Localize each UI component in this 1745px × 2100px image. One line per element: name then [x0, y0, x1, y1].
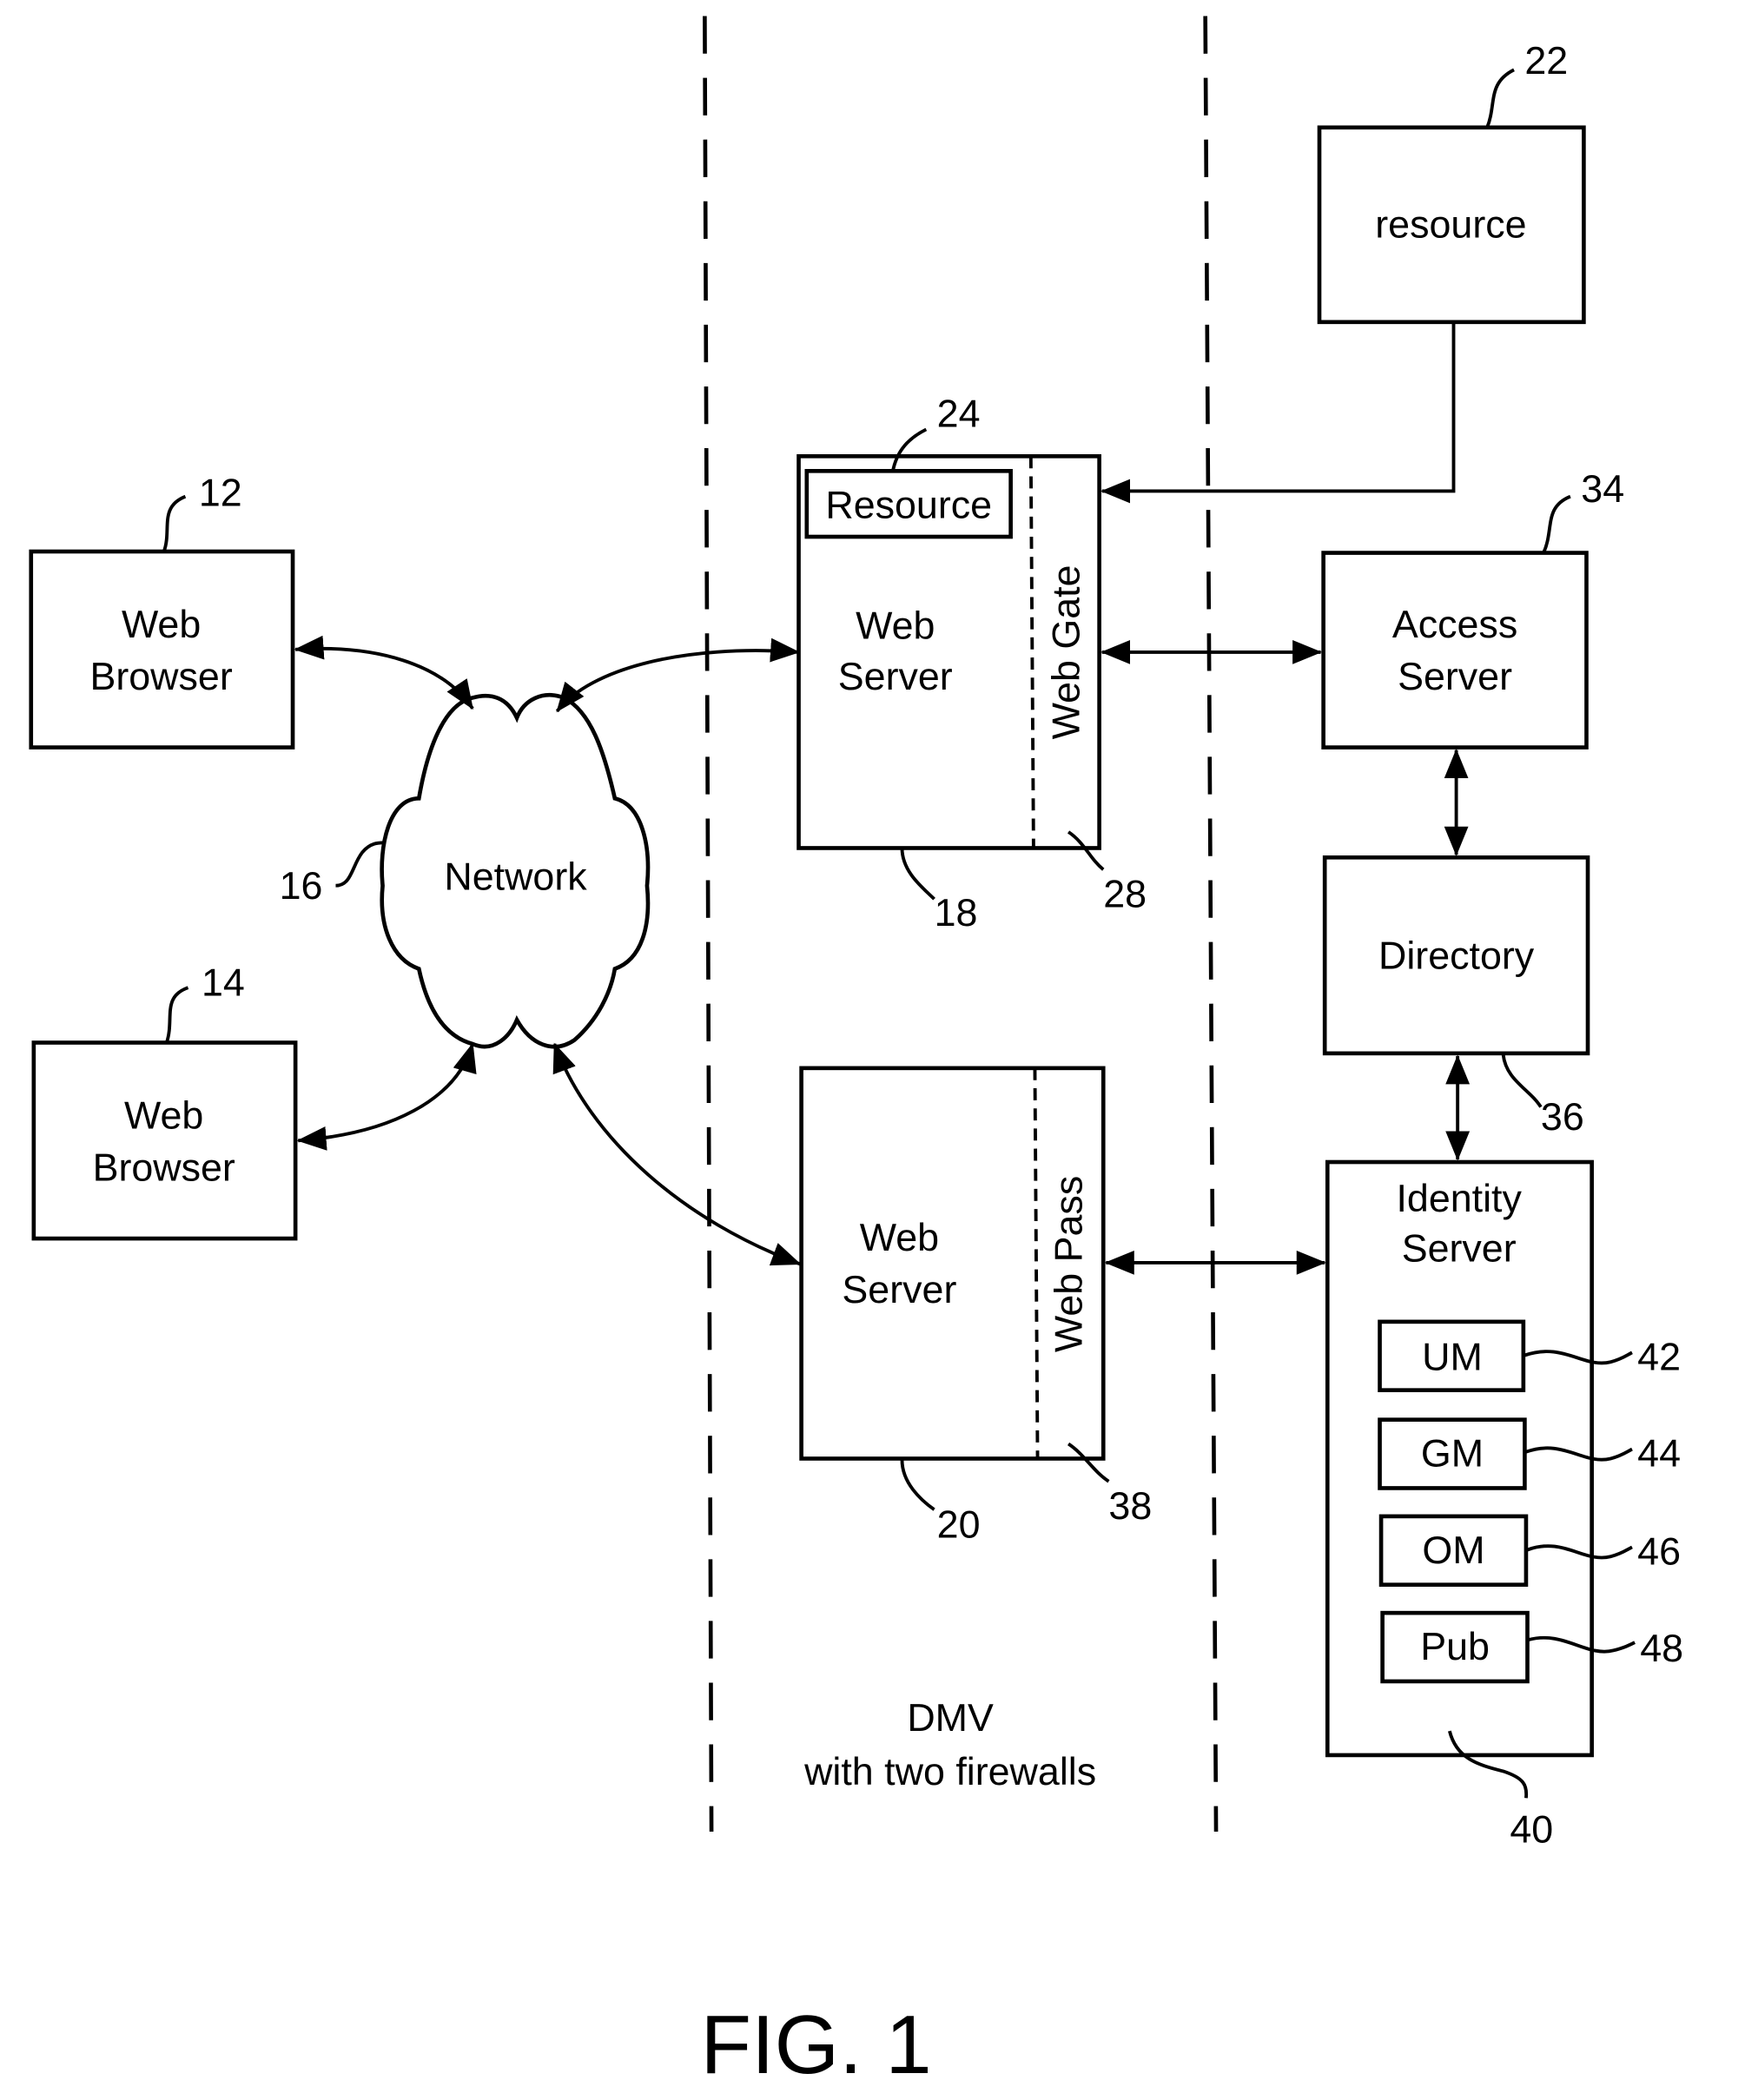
ref-28: 28 — [1103, 872, 1147, 915]
leader-18 — [900, 848, 935, 901]
identity-server-line1: Identity — [1396, 1177, 1522, 1220]
ref-12: 12 — [199, 471, 242, 514]
ref-38: 38 — [1108, 1484, 1152, 1528]
access-server-line1: Access — [1392, 603, 1517, 646]
directory-label: Directory — [1378, 934, 1535, 978]
identity-server-line2: Server — [1402, 1226, 1517, 1270]
ref-16: 16 — [280, 864, 323, 908]
zone-label-line2: with two firewalls — [803, 1750, 1096, 1793]
module-um-label: UM — [1422, 1335, 1483, 1378]
web-browser-14[interactable]: Web Browser — [31, 1040, 298, 1241]
ref-40: 40 — [1510, 1807, 1553, 1851]
access-server-line2: Server — [1398, 655, 1512, 698]
leader-22 — [1485, 68, 1515, 129]
leader-16 — [335, 841, 385, 888]
leader-36 — [1501, 1054, 1543, 1108]
firewall-left — [703, 16, 714, 1832]
ref-20: 20 — [937, 1503, 981, 1547]
network-cloud[interactable]: Network — [380, 692, 651, 1049]
leader-12 — [162, 494, 187, 552]
leader-20 — [900, 1459, 935, 1511]
link-network-webserver20 — [552, 1042, 802, 1266]
network-label: Network — [444, 855, 587, 898]
module-gm-label: GM — [1421, 1432, 1484, 1476]
link-browser14-network — [296, 1042, 477, 1151]
resource-22[interactable]: resource — [1317, 125, 1586, 325]
web-server-20-line1: Web — [860, 1216, 939, 1259]
module-pub-label: Pub — [1420, 1625, 1490, 1668]
ref-48: 48 — [1640, 1627, 1683, 1670]
ref-42: 42 — [1637, 1335, 1681, 1378]
web-server-18-line1: Web — [856, 604, 935, 647]
web-server-20[interactable]: Web Server Web Pass — [799, 1066, 1106, 1461]
module-om[interactable]: OM — [1378, 1514, 1529, 1588]
module-gm[interactable]: GM — [1378, 1417, 1527, 1490]
leader-34 — [1542, 494, 1571, 554]
ref-22: 22 — [1524, 39, 1568, 83]
web-browser-12-line1: Web — [122, 603, 201, 646]
inner-resource-label: Resource — [825, 483, 992, 526]
web-gate-label: Web Gate — [1044, 565, 1087, 739]
ref-18: 18 — [935, 891, 978, 934]
zone-label-line1: DMV — [907, 1696, 994, 1740]
ref-34: 34 — [1581, 467, 1624, 511]
resource-label: resource — [1375, 202, 1526, 246]
web-server-20-line2: Server — [842, 1268, 956, 1311]
web-pass-label: Web Pass — [1048, 1176, 1091, 1352]
fig1-diagram: Web Browser 12 Web Browser 14 Network 16… — [29, 16, 1683, 2091]
leader-14 — [164, 986, 189, 1044]
link-network-webserver18 — [555, 637, 801, 713]
ref-24: 24 — [937, 392, 981, 435]
ref-44: 44 — [1637, 1432, 1681, 1476]
web-server-18[interactable]: Resource Web Server Web Gate — [796, 453, 1101, 850]
ref-14: 14 — [202, 961, 245, 1004]
ref-46: 46 — [1637, 1530, 1681, 1574]
web-browser-14-line2: Browser — [93, 1146, 235, 1190]
web-server-18-line2: Server — [838, 655, 953, 698]
module-om-label: OM — [1422, 1529, 1484, 1572]
module-pub[interactable]: Pub — [1380, 1610, 1530, 1684]
link-resource-webgate — [1101, 321, 1456, 504]
ref-36: 36 — [1541, 1095, 1584, 1139]
web-browser-12-line2: Browser — [89, 655, 232, 698]
module-um[interactable]: UM — [1378, 1319, 1526, 1392]
link-browser12-network — [294, 635, 474, 710]
figure-caption: FIG. 1 — [701, 1998, 932, 2091]
identity-server-40[interactable]: Identity Server UM GM OM Pub — [1325, 1159, 1594, 1758]
web-browser-14-line1: Web — [124, 1093, 203, 1137]
access-server-34[interactable]: Access Server — [1321, 551, 1589, 750]
firewall-right — [1203, 16, 1219, 1833]
web-browser-12[interactable]: Web Browser — [29, 549, 295, 750]
directory-36[interactable]: Directory — [1322, 855, 1590, 1056]
